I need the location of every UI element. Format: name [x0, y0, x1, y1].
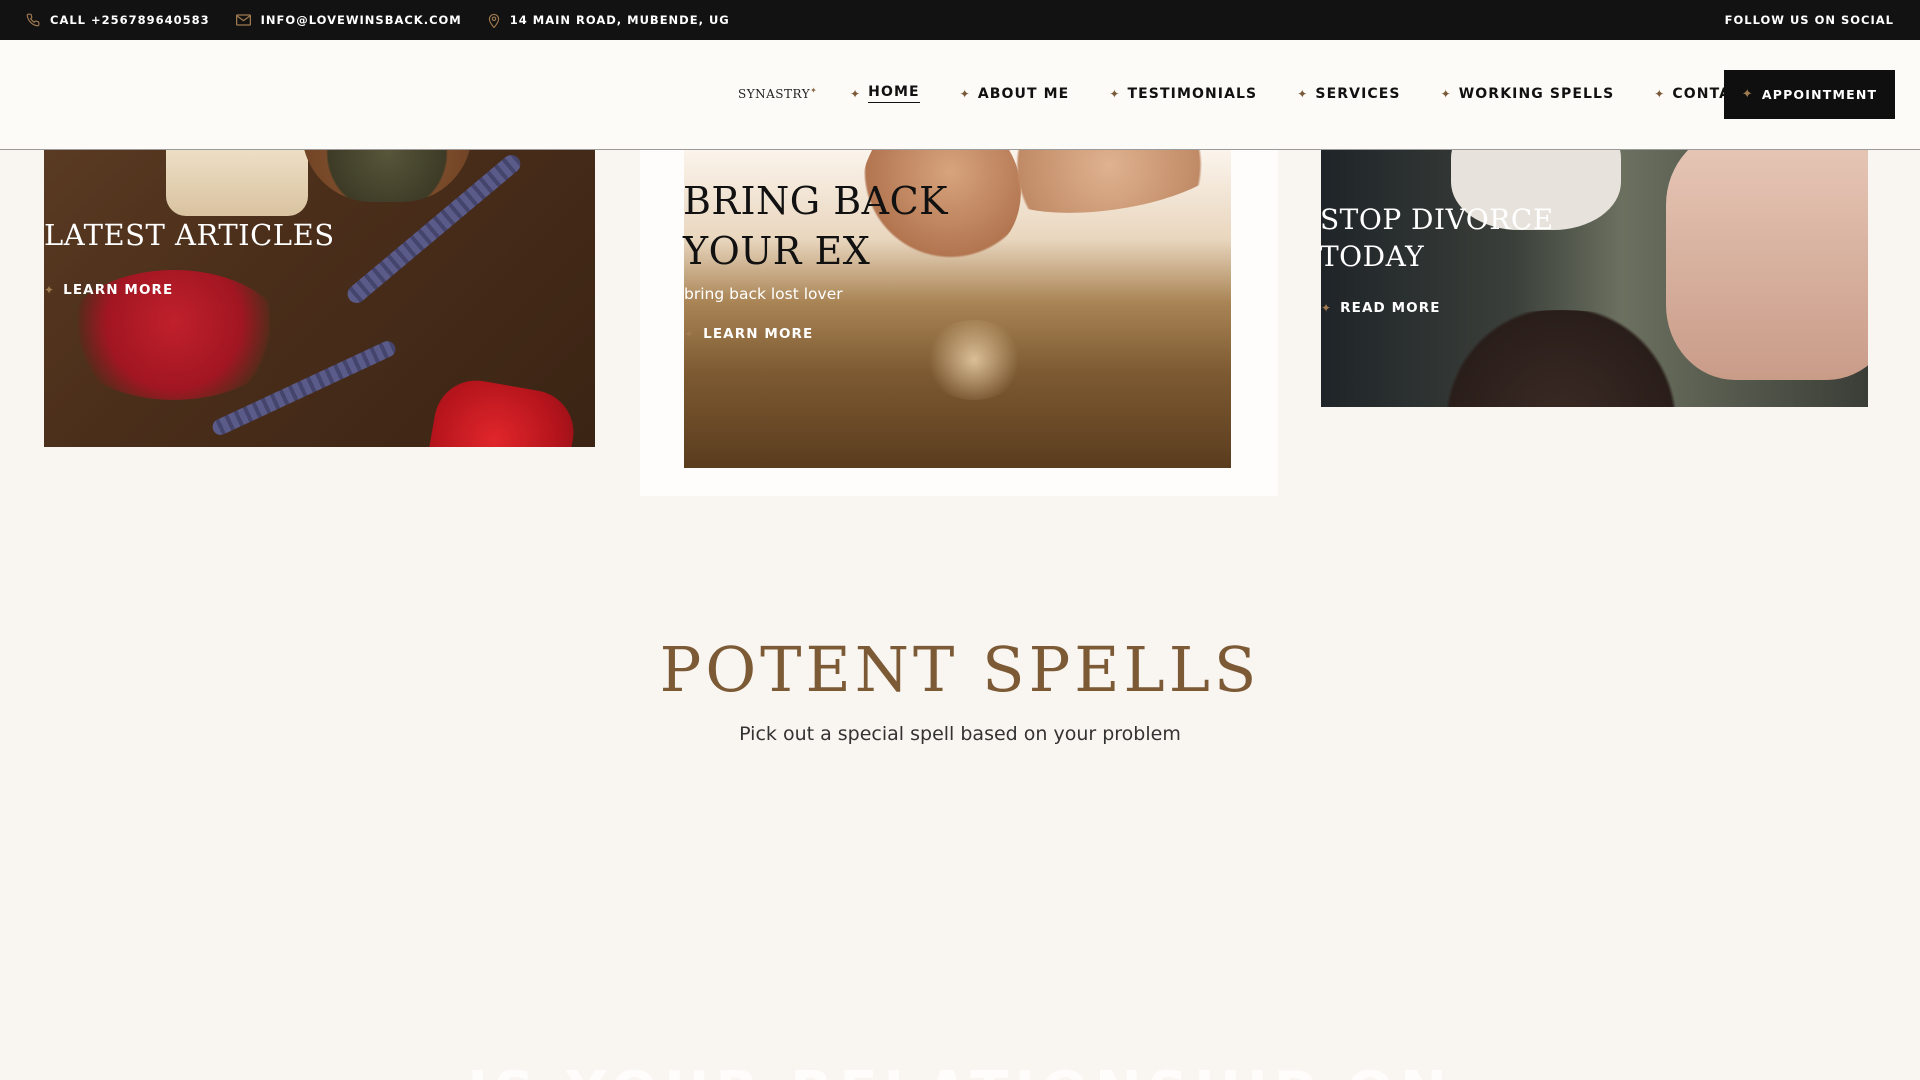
email-contact[interactable]: INFO@LOVEWINSBACK.COM	[235, 13, 462, 27]
sparkle-icon: ✦	[850, 86, 862, 101]
learn-more-link[interactable]: ✦ LEARN MORE	[684, 326, 813, 342]
nav-label: ABOUT ME	[977, 85, 1070, 102]
latest-articles-card-image[interactable]	[44, 150, 595, 447]
nav-item-testimonials[interactable]: ✦ TESTIMONIALS	[1109, 86, 1257, 102]
main-nav: ✦ HOME ✦ ABOUT ME ✦ TESTIMONIALS ✦ SERVICES …	[850, 84, 1823, 103]
bring-back-ex-title: BRING BACK YOUR EX	[683, 179, 949, 273]
sparkle-icon: ✦	[1109, 86, 1121, 101]
map-pin-icon	[488, 13, 499, 28]
phone-contact[interactable]: CALL +256789640583	[26, 13, 210, 27]
stop-divorce-card-image[interactable]	[1321, 150, 1868, 407]
link-label: LEARN MORE	[63, 282, 174, 298]
mail-icon	[235, 14, 251, 26]
site-header: SYNASTRY✦ ✦ HOME ✦ ABOUT ME ✦ TESTIMONIALS …	[0, 40, 1920, 150]
nav-label: SERVICES	[1315, 85, 1401, 102]
nav-item-home[interactable]: ✦ HOME	[850, 84, 920, 103]
link-label: LEARN MORE	[703, 326, 814, 342]
bring-back-ex-subtitle: bring back lost lover	[684, 285, 843, 303]
sparkle-icon: ✦	[44, 283, 56, 297]
sparkle-icon: ✦	[959, 86, 971, 101]
sparkle-icon: ✦	[810, 86, 818, 95]
nav-label: HOME	[868, 84, 920, 103]
sparkle-icon: ✦	[1654, 86, 1666, 101]
site-logo[interactable]: SYNASTRY✦	[738, 86, 817, 101]
link-label: READ MORE	[1340, 300, 1441, 316]
appointment-button[interactable]: ✦ APPOINTMENT	[1724, 70, 1895, 119]
section-title: POTENT SPELLS	[659, 633, 1261, 706]
nav-label: WORKING SPELLS	[1458, 85, 1615, 102]
sparkle-icon: ✦	[1321, 301, 1333, 315]
top-bar: CALL +256789640583 INFO@LOVEWINSBACK.COM…	[0, 0, 1920, 40]
section-subtitle: Pick out a special spell based on your p…	[739, 723, 1181, 745]
follow-social-link[interactable]: FOLLOW US ON SOCIAL	[1725, 13, 1894, 27]
latest-articles-title: LATEST ARTICLES	[44, 218, 335, 252]
nav-item-about-me[interactable]: ✦ ABOUT ME	[960, 86, 1070, 102]
read-more-link[interactable]: ✦ READ MORE	[1321, 300, 1441, 316]
address-text: 14 MAIN ROAD, MUBENDE, UG	[509, 13, 730, 27]
nav-item-working-spells[interactable]: ✦ WORKING SPELLS	[1441, 86, 1615, 102]
nav-label: TESTIMONIALS	[1127, 85, 1258, 102]
logo-text: SYNASTRY	[738, 87, 811, 101]
next-section-heading: IS YOUR RELATIONSHIP ON	[0, 1060, 1920, 1080]
follow-social-label: FOLLOW US ON SOCIAL	[1724, 13, 1894, 27]
stop-divorce-title: STOP DIVORCE TODAY	[1320, 203, 1554, 273]
learn-more-link[interactable]: ✦ LEARN MORE	[44, 282, 173, 298]
sparkle-icon: ✦	[1440, 86, 1452, 101]
sparkle-icon: ✦	[1741, 87, 1754, 102]
sparkle-icon: ✦	[1297, 86, 1309, 101]
address-contact: 14 MAIN ROAD, MUBENDE, UG	[488, 13, 730, 28]
sparkle-icon: ✦	[684, 327, 696, 341]
phone-text: CALL +256789640583	[50, 13, 210, 27]
phone-icon	[26, 13, 40, 27]
nav-item-services[interactable]: ✦ SERVICES	[1297, 86, 1400, 102]
email-text: INFO@LOVEWINSBACK.COM	[260, 13, 462, 27]
appointment-label: APPOINTMENT	[1761, 87, 1878, 102]
